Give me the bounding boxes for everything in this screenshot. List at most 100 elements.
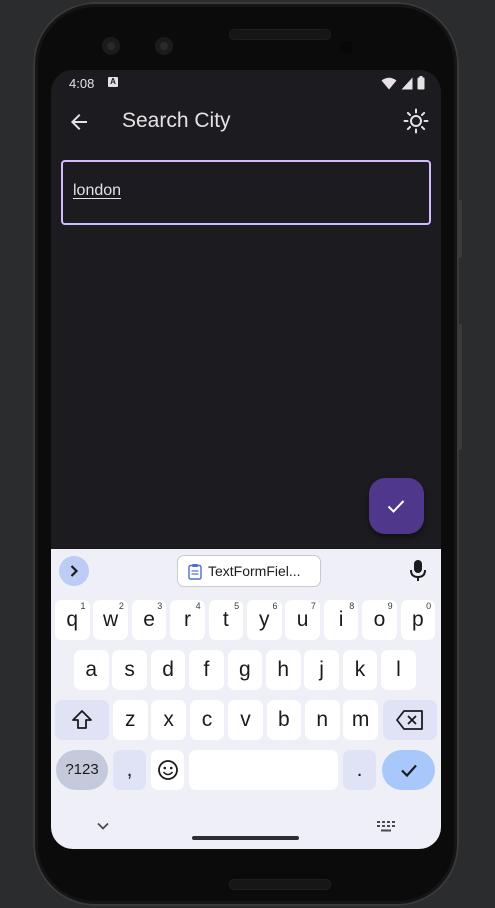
phone-screen: 4:08 A Search City london TextFormFiel..… xyxy=(51,70,441,849)
key-i[interactable]: i8 xyxy=(323,600,359,640)
key-hint: 8 xyxy=(349,601,355,611)
key-label: d xyxy=(162,658,174,681)
search-input-value[interactable]: london xyxy=(73,182,121,200)
page-title: Search City xyxy=(122,109,231,132)
shift-key[interactable] xyxy=(55,700,109,740)
key-s[interactable]: s xyxy=(112,650,147,690)
key-hint: 3 xyxy=(157,601,163,611)
key-m[interactable]: m xyxy=(343,700,378,740)
key-o[interactable]: o9 xyxy=(362,600,397,640)
key-label: i xyxy=(338,608,344,631)
key-label: j xyxy=(319,658,324,681)
arrow-back-icon[interactable] xyxy=(67,110,91,134)
app-bar: Search City xyxy=(51,96,441,148)
key-q[interactable]: q1 xyxy=(55,600,90,640)
keyboard-icon[interactable] xyxy=(377,821,395,833)
key-label: b xyxy=(278,708,290,731)
key-label: m xyxy=(351,708,370,731)
check-icon xyxy=(387,500,405,513)
key-x[interactable]: x xyxy=(151,700,186,740)
shift-icon xyxy=(72,710,92,729)
backspace-key[interactable] xyxy=(383,700,437,740)
key-label: t xyxy=(222,608,229,631)
enter-key[interactable] xyxy=(382,750,435,790)
key-label: s xyxy=(124,658,135,681)
emoji-icon xyxy=(157,760,178,780)
key-h[interactable]: h xyxy=(266,650,301,690)
key-label: o xyxy=(373,608,386,631)
submit-fab[interactable] xyxy=(369,478,424,534)
enter-check-icon xyxy=(400,764,417,778)
key-g[interactable]: g xyxy=(227,650,263,690)
key-r[interactable]: r4 xyxy=(170,600,205,640)
clipboard-icon xyxy=(188,563,202,580)
key-y[interactable]: y6 xyxy=(247,600,282,640)
key-v[interactable]: v xyxy=(228,700,263,740)
key-label: w xyxy=(103,608,119,631)
key-hint: 2 xyxy=(118,601,124,611)
key-hint: 7 xyxy=(310,601,316,611)
wifi-icon xyxy=(381,77,397,89)
key-hint: 4 xyxy=(195,601,201,611)
on-screen-keyboard: TextFormFiel... q1w2e3r4t5y6u7i8o9p0 asd… xyxy=(51,549,441,849)
period-key[interactable]: . xyxy=(343,750,376,790)
sun-icon[interactable] xyxy=(403,108,429,134)
key-label: e xyxy=(143,608,155,631)
key-label: l xyxy=(396,658,401,681)
key-f[interactable]: f xyxy=(189,650,224,690)
emoji-key[interactable] xyxy=(151,750,184,790)
power-button xyxy=(458,200,462,258)
status-bar: 4:08 A xyxy=(51,70,441,96)
key-p[interactable]: p0 xyxy=(400,600,436,640)
key-label: n xyxy=(316,708,329,731)
volume-button xyxy=(458,324,462,450)
key-k[interactable]: k xyxy=(342,650,378,690)
key-e[interactable]: e3 xyxy=(131,600,167,640)
key-label: q xyxy=(66,608,79,631)
battery-icon xyxy=(417,76,425,90)
key-label: y xyxy=(259,608,270,631)
key-z[interactable]: z xyxy=(113,700,148,740)
key-hint: 6 xyxy=(272,601,278,611)
key-label: r xyxy=(183,608,191,631)
key-b[interactable]: b xyxy=(266,700,302,740)
earpiece-speaker xyxy=(229,29,331,40)
key-l[interactable]: l xyxy=(381,650,416,690)
key-w[interactable]: w2 xyxy=(93,600,128,640)
backspace-icon xyxy=(396,710,423,730)
key-a[interactable]: a xyxy=(74,650,109,690)
key-label: v xyxy=(240,708,251,731)
key-label: a xyxy=(85,658,98,681)
key-t[interactable]: t5 xyxy=(208,600,244,640)
front-camera-1 xyxy=(102,37,120,55)
key-j[interactable]: j xyxy=(304,650,339,690)
keyboard-toolbar: TextFormFiel... xyxy=(51,549,441,595)
key-n[interactable]: n xyxy=(305,700,340,740)
symbols-key[interactable]: ?123 xyxy=(56,750,108,790)
key-label: f xyxy=(203,658,210,681)
status-time: 4:08 xyxy=(69,76,95,91)
key-u[interactable]: u7 xyxy=(285,600,320,640)
proximity-sensor xyxy=(340,41,353,54)
key-d[interactable]: d xyxy=(150,650,186,690)
key-c[interactable]: c xyxy=(189,700,225,740)
mic-icon[interactable] xyxy=(409,559,427,583)
gesture-handle[interactable] xyxy=(192,836,299,840)
key-label: p xyxy=(412,608,424,631)
city-search-field[interactable]: london xyxy=(61,160,431,225)
key-hint: 9 xyxy=(387,601,393,611)
keyboard-nav-area xyxy=(51,804,441,849)
expand-toolbar-button[interactable] xyxy=(59,556,89,586)
space-key[interactable] xyxy=(189,750,338,790)
chevron-down-icon[interactable] xyxy=(96,821,110,831)
clipboard-suggestion-chip[interactable]: TextFormFiel... xyxy=(177,555,321,587)
key-label: z xyxy=(125,708,136,731)
comma-key[interactable]: , xyxy=(113,750,146,790)
front-camera-2 xyxy=(155,37,173,55)
bottom-speaker xyxy=(229,879,331,890)
key-label: c xyxy=(201,708,213,731)
key-hint: 1 xyxy=(80,601,86,611)
key-hint: 0 xyxy=(426,601,432,611)
key-label: x xyxy=(163,708,174,731)
status-icons xyxy=(381,76,425,90)
